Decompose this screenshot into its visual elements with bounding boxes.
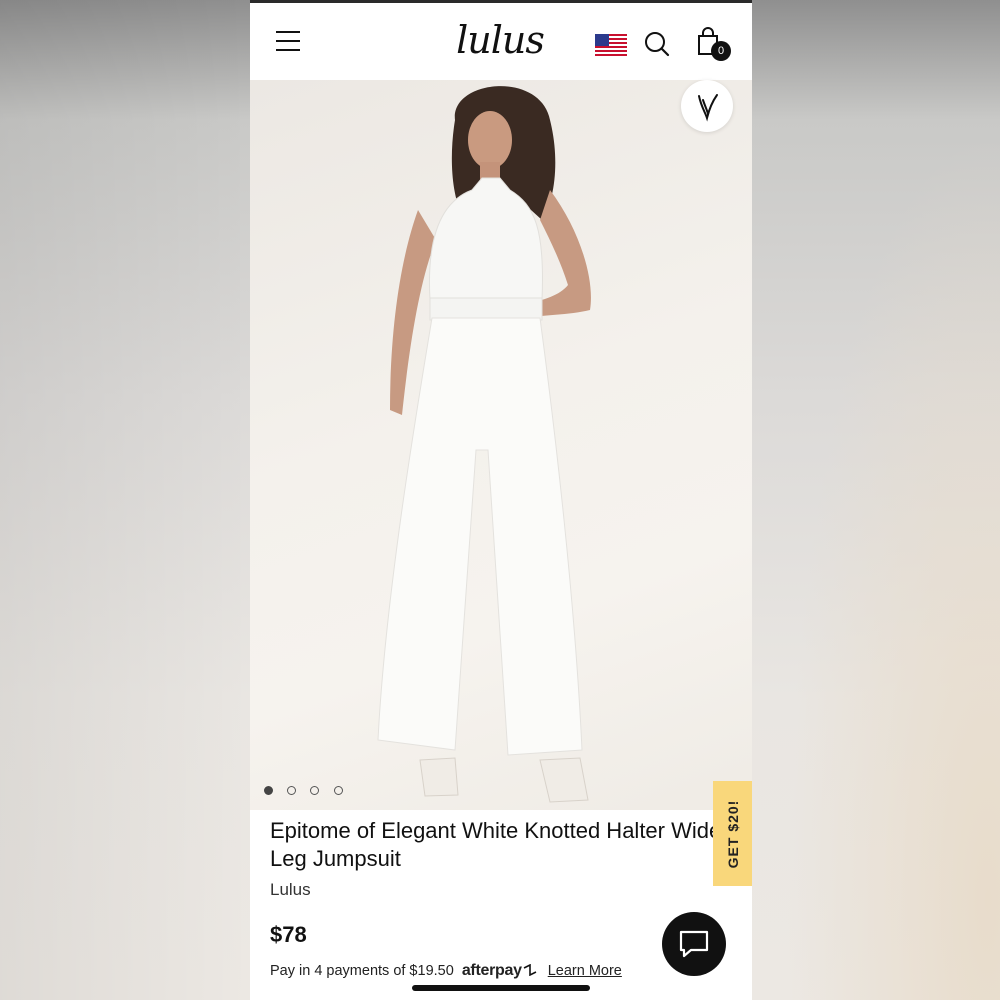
site-header: lulus 0 [250, 3, 752, 80]
carousel-dot-3[interactable] [310, 786, 319, 795]
chat-button[interactable] [662, 912, 726, 976]
carousel-dot-1[interactable] [264, 786, 273, 795]
promo-label: GET $20! [724, 799, 741, 868]
chat-bubble-icon [679, 930, 709, 958]
promo-tab[interactable]: GET $20! [713, 781, 752, 886]
search-button[interactable] [643, 30, 671, 58]
cart-button[interactable]: 0 [695, 27, 733, 65]
model-photo [377, 86, 591, 803]
search-icon [645, 32, 670, 57]
hamburger-menu-icon [276, 49, 300, 51]
afterpay-arrows-icon [523, 963, 537, 977]
background-left [0, 0, 250, 1000]
learn-more-link[interactable]: Learn More [548, 963, 622, 979]
brand-logo[interactable]: lulus [445, 17, 555, 67]
product-brand[interactable]: Lulus [270, 880, 311, 900]
favorite-button[interactable] [681, 80, 733, 132]
us-flag-icon [595, 34, 627, 58]
heart-icon [698, 94, 718, 122]
carousel-dot-4[interactable] [334, 786, 343, 795]
hamburger-menu-icon [276, 40, 300, 42]
menu-button[interactable] [276, 31, 300, 51]
phone-screen: lulus 0 Epitome of Elegant White Knotted… [250, 0, 752, 1000]
country-selector[interactable] [595, 34, 627, 58]
afterpay-text: Pay in 4 payments of $19.50 [270, 963, 454, 979]
afterpay-logo: afterpay [461, 962, 522, 979]
product-price: $78 [270, 922, 307, 947]
afterpay-info: Pay in 4 payments of $19.50 afterpay Lea… [270, 962, 622, 980]
cart-count-badge: 0 [711, 41, 731, 61]
product-image[interactable] [250, 80, 752, 810]
product-title: Epitome of Elegant White Knotted Halter … [270, 818, 729, 871]
carousel-dot-2[interactable] [287, 786, 296, 795]
background-right [752, 0, 1000, 1000]
home-indicator [412, 985, 590, 991]
hamburger-menu-icon [276, 31, 300, 33]
